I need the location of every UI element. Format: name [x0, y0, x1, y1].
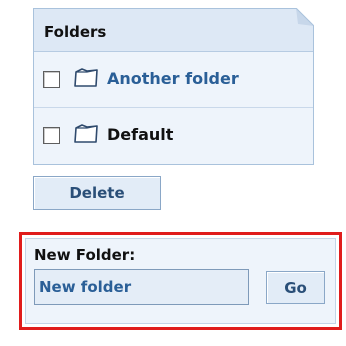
folder-icon	[74, 124, 98, 143]
folders-title: Folders	[44, 23, 107, 41]
folder-row: Default	[34, 108, 313, 164]
new-folder-section: New Folder: Go	[19, 232, 342, 330]
folder-checkbox[interactable]	[43, 127, 60, 144]
folder-row: Another folder	[34, 52, 313, 108]
folders-panel: Folders Another folder Default	[33, 8, 314, 165]
folder-label-default: Default	[107, 125, 174, 144]
folder-link-another-folder[interactable]: Another folder	[107, 69, 239, 88]
go-button[interactable]: Go	[266, 271, 325, 304]
folder-icon	[74, 68, 98, 87]
new-folder-label: New Folder:	[34, 246, 136, 264]
delete-button[interactable]: Delete	[33, 176, 161, 210]
folder-checkbox[interactable]	[43, 71, 60, 88]
new-folder-form: New Folder: Go	[25, 238, 336, 324]
page-corner-icon	[296, 8, 314, 26]
new-folder-input[interactable]	[34, 269, 249, 305]
folders-header: Folders	[34, 8, 314, 52]
